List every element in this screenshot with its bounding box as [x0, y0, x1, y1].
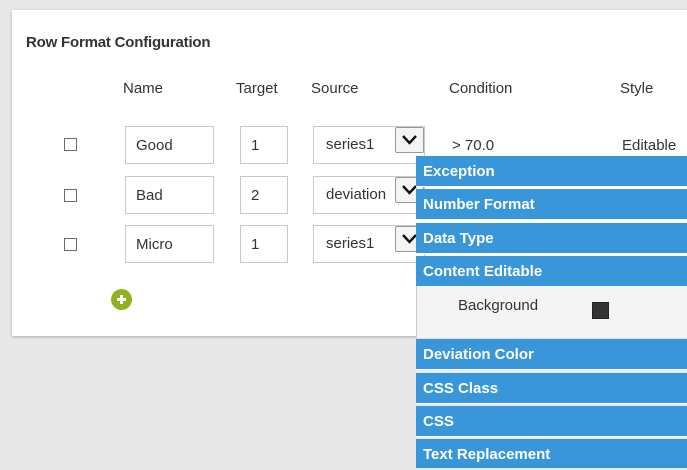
- row-condition: > 70.0: [452, 137, 495, 154]
- menu-item-text-replacement[interactable]: Text Replacement: [416, 439, 687, 468]
- plus-circle-icon[interactable]: [111, 289, 132, 310]
- row-source-value: series1: [326, 136, 375, 153]
- menu-item-data-type[interactable]: Data Type: [416, 223, 687, 254]
- row-source-value: series1: [326, 235, 375, 252]
- column-header-name: Name: [123, 80, 164, 97]
- menu-item-number-format[interactable]: Number Format: [416, 189, 687, 220]
- row-name-input[interactable]: [125, 176, 214, 214]
- background-color-swatch[interactable]: [592, 302, 609, 319]
- row-style[interactable]: Editable: [622, 137, 676, 154]
- row-source-value: deviation: [326, 186, 387, 203]
- column-header-style: Style: [620, 80, 654, 97]
- chevron-down-icon[interactable]: [395, 127, 424, 153]
- row-target-input[interactable]: [240, 126, 288, 164]
- row-source-select[interactable]: series1: [313, 225, 425, 263]
- menu-item-css-class[interactable]: CSS Class: [416, 373, 687, 404]
- menu-item-deviation-color[interactable]: Deviation Color: [416, 339, 687, 370]
- panel-title: Row Format Configuration: [26, 34, 211, 51]
- column-header-target: Target: [236, 80, 278, 97]
- menu-item-css[interactable]: CSS: [416, 406, 687, 437]
- row-source-select[interactable]: series1: [313, 126, 425, 164]
- background-label: Background: [458, 297, 539, 314]
- menu-item-exception[interactable]: Exception: [416, 156, 687, 187]
- row-target-input[interactable]: [240, 225, 288, 263]
- row-target-input[interactable]: [240, 176, 288, 214]
- row-source-select[interactable]: deviation: [313, 176, 425, 214]
- menu-item-content-editable[interactable]: Content Editable: [416, 256, 687, 287]
- row-name-input[interactable]: [125, 126, 214, 164]
- row-select-checkbox[interactable]: [64, 138, 77, 151]
- background-option-row: Background: [416, 286, 687, 338]
- row-select-checkbox[interactable]: [64, 189, 77, 202]
- column-header-condition: Condition: [449, 80, 513, 97]
- row-select-checkbox[interactable]: [64, 238, 77, 251]
- row-name-input[interactable]: [125, 225, 214, 263]
- column-header-source: Source: [311, 80, 359, 97]
